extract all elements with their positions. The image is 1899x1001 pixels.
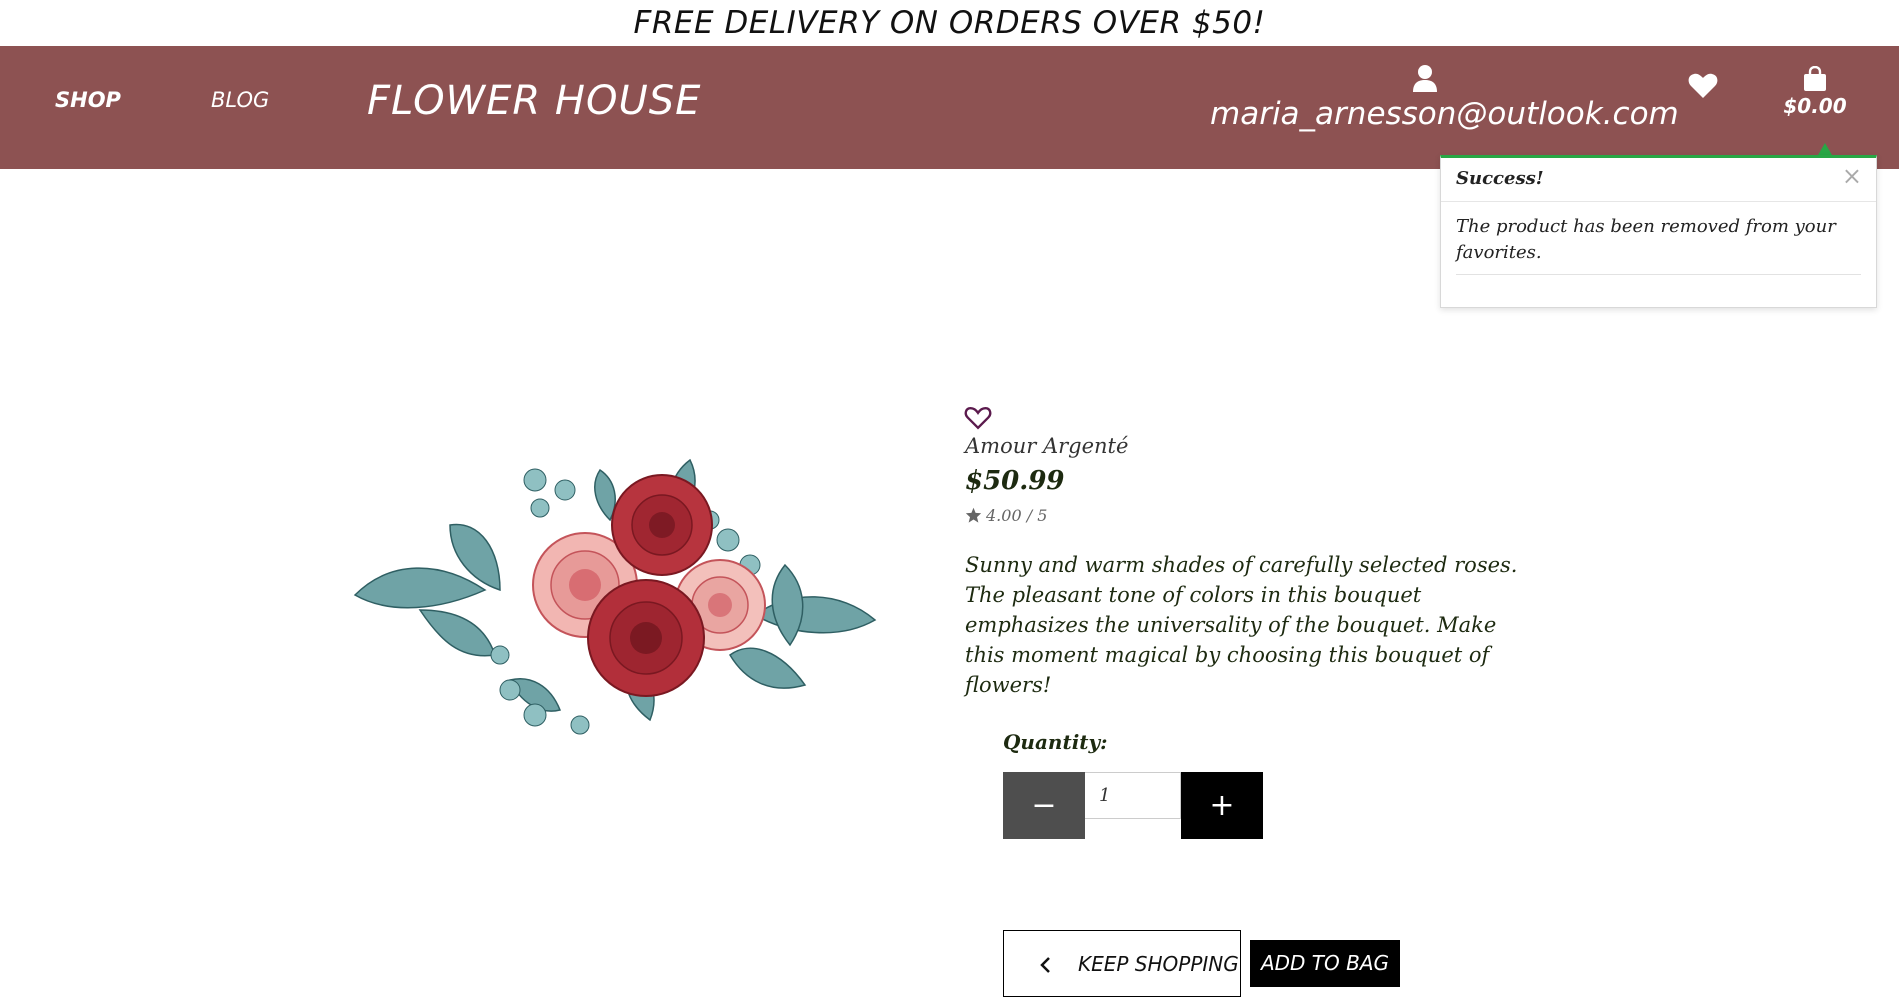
toast-header: Success! × [1441,158,1876,202]
product-price: $50.99 [965,466,1065,496]
brand-logo[interactable]: FLOWER HOUSE [367,78,701,124]
add-to-bag-button[interactable]: ADD TO BAG [1250,940,1400,987]
main-navbar: SHOP BLOG FLOWER HOUSE maria_arnesson@ou… [0,46,1899,169]
account-email: maria_arnesson@outlook.com [1210,96,1679,132]
toast-message: The product has been removed from your f… [1456,214,1861,275]
rating-max: / 5 [1026,506,1048,525]
product-rating: 4.00 / 5 [965,506,1047,525]
shopping-bag-icon [1804,66,1826,91]
product-description: Sunny and warm shades of carefully selec… [965,553,1518,697]
favorites-link[interactable] [1688,72,1720,100]
nav-blog-link[interactable]: BLOG [211,88,269,112]
chevron-left-icon [1040,957,1050,973]
quantity-label: Quantity: [1003,730,1108,754]
heart-icon [1688,73,1718,98]
keep-shopping-button[interactable]: KEEP SHOPPING [1003,930,1241,997]
success-toast: Success! × The product has been removed … [1440,155,1877,308]
toast-title: Success! [1456,168,1544,189]
product-name: Amour Argenté [965,434,1129,458]
shopping-bag-link[interactable]: $0.00 [1780,66,1850,118]
rating-value: 4.00 [986,506,1022,525]
quantity-decrement-button[interactable]: − [1003,772,1085,839]
toast-arrow [1818,143,1832,155]
star-icon [965,507,982,523]
favorite-toggle-heart-icon[interactable] [964,405,992,431]
quantity-input[interactable]: 1 [1085,772,1181,819]
keep-shopping-label: KEEP SHOPPING [1078,952,1239,976]
quantity-increment-button[interactable]: + [1181,772,1263,839]
promo-banner: FREE DELIVERY ON ORDERS OVER $50! [633,5,1266,41]
account-link[interactable]: maria_arnesson@outlook.com [1210,64,1679,132]
bag-total: $0.00 [1783,94,1847,118]
rose-bouquet-illustration [353,458,877,735]
nav-shop-link[interactable]: SHOP [55,88,121,112]
toast-close-button[interactable]: × [1842,162,1862,190]
user-icon [1413,65,1437,92]
